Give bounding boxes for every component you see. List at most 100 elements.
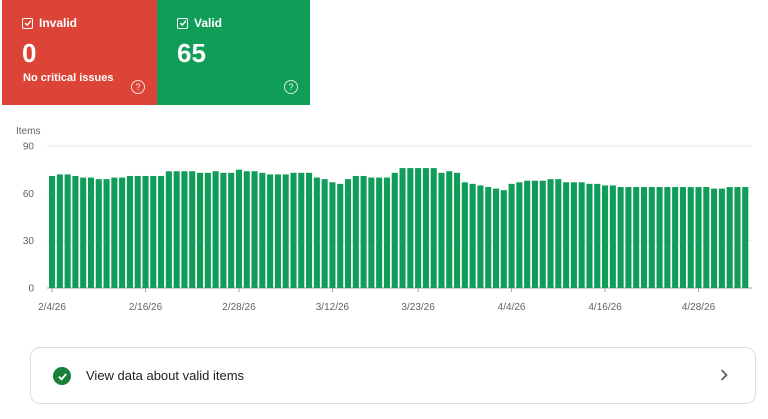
bar bbox=[87, 177, 95, 288]
bar bbox=[672, 187, 679, 288]
bar bbox=[80, 177, 87, 288]
bar bbox=[212, 171, 219, 288]
checkbox-checked-icon[interactable] bbox=[177, 17, 188, 29]
bar bbox=[228, 172, 235, 288]
bar bbox=[399, 168, 406, 288]
bar bbox=[103, 179, 110, 288]
bar bbox=[718, 188, 725, 288]
bar bbox=[352, 175, 359, 288]
bar bbox=[664, 187, 671, 288]
bar bbox=[344, 179, 352, 288]
bar bbox=[687, 187, 694, 288]
bar bbox=[617, 187, 624, 288]
bar bbox=[415, 168, 422, 288]
bar bbox=[578, 182, 585, 288]
bar bbox=[492, 188, 500, 288]
bar bbox=[625, 187, 632, 288]
valid-card[interactable]: Valid 65 ? bbox=[157, 0, 310, 105]
bar bbox=[555, 179, 562, 288]
bar bbox=[656, 187, 663, 288]
bar bbox=[391, 172, 398, 288]
bar bbox=[438, 172, 445, 288]
bar bbox=[430, 168, 437, 288]
bar bbox=[313, 177, 320, 288]
checkbox-checked-icon[interactable] bbox=[22, 17, 33, 29]
bar bbox=[95, 179, 102, 288]
valid-label: Valid bbox=[194, 16, 223, 30]
bar bbox=[329, 182, 336, 288]
bar bbox=[485, 187, 492, 288]
bar bbox=[407, 168, 414, 288]
x-tick-label: 4/28/26 bbox=[682, 302, 716, 313]
bar bbox=[508, 183, 515, 288]
x-tick-label: 4/16/26 bbox=[588, 302, 622, 313]
bar bbox=[726, 187, 733, 288]
invalid-card[interactable]: Invalid 0 No critical issues ? bbox=[2, 0, 157, 105]
bar bbox=[446, 171, 453, 288]
bar bbox=[181, 171, 188, 288]
items-bar-chart: Items 0 30 60 90 2/4/26 2/16/26 2/28/26 3/12/26 3… bbox=[16, 126, 752, 313]
bar bbox=[586, 183, 593, 288]
bar bbox=[609, 185, 616, 288]
bar bbox=[173, 171, 180, 288]
bar bbox=[274, 174, 281, 288]
help-icon[interactable]: ? bbox=[284, 80, 298, 94]
x-tick-label: 4/4/26 bbox=[498, 302, 526, 313]
bar bbox=[56, 174, 63, 288]
chevron-right-icon bbox=[719, 367, 729, 388]
bar bbox=[524, 180, 531, 288]
invalid-label: Invalid bbox=[39, 16, 78, 30]
check-circle-icon bbox=[53, 367, 71, 385]
bar bbox=[204, 172, 211, 288]
bar bbox=[251, 171, 258, 288]
valid-header: Valid bbox=[177, 16, 222, 30]
bar bbox=[703, 187, 710, 288]
y-tick-label: 90 bbox=[23, 142, 35, 153]
bar bbox=[111, 177, 118, 288]
invalid-count: 0 bbox=[22, 38, 37, 68]
bar bbox=[267, 174, 274, 288]
bar bbox=[282, 174, 289, 288]
bar bbox=[126, 175, 133, 288]
bar bbox=[648, 187, 655, 288]
bar bbox=[633, 187, 640, 288]
bar bbox=[570, 182, 577, 288]
bar bbox=[64, 174, 71, 288]
bar bbox=[602, 185, 609, 288]
bar bbox=[422, 168, 429, 288]
bar bbox=[500, 190, 507, 288]
bar bbox=[477, 185, 484, 288]
bar bbox=[119, 177, 126, 288]
bar bbox=[454, 172, 461, 288]
y-axis-label: Items bbox=[16, 126, 40, 137]
view-valid-items-label: View data about valid items bbox=[86, 368, 245, 383]
x-tick-label: 2/4/26 bbox=[38, 302, 66, 313]
bar bbox=[742, 187, 749, 288]
invalid-header: Invalid bbox=[22, 16, 77, 30]
bar bbox=[547, 179, 554, 288]
y-tick-label: 0 bbox=[28, 284, 34, 295]
y-tick-label: 60 bbox=[23, 189, 35, 200]
bar bbox=[695, 187, 702, 288]
x-tick-label: 3/12/26 bbox=[316, 302, 350, 313]
x-tick-label: 3/23/26 bbox=[401, 302, 435, 313]
bar bbox=[516, 182, 523, 288]
bar bbox=[531, 180, 538, 288]
bar bbox=[196, 172, 204, 288]
bar bbox=[290, 172, 297, 288]
y-tick-label: 30 bbox=[23, 236, 35, 247]
bar bbox=[539, 180, 546, 288]
bar bbox=[640, 187, 648, 288]
bar bbox=[461, 182, 468, 288]
bar bbox=[189, 171, 196, 288]
view-valid-items-link[interactable]: View data about valid items bbox=[30, 347, 756, 404]
bar bbox=[165, 171, 172, 288]
bar bbox=[360, 175, 367, 288]
bar bbox=[259, 172, 266, 288]
x-tick-label: 2/28/26 bbox=[222, 302, 256, 313]
bar bbox=[469, 183, 476, 288]
valid-count: 65 bbox=[177, 38, 206, 68]
bar bbox=[134, 175, 141, 288]
help-icon[interactable]: ? bbox=[131, 80, 145, 94]
bar bbox=[235, 169, 243, 288]
